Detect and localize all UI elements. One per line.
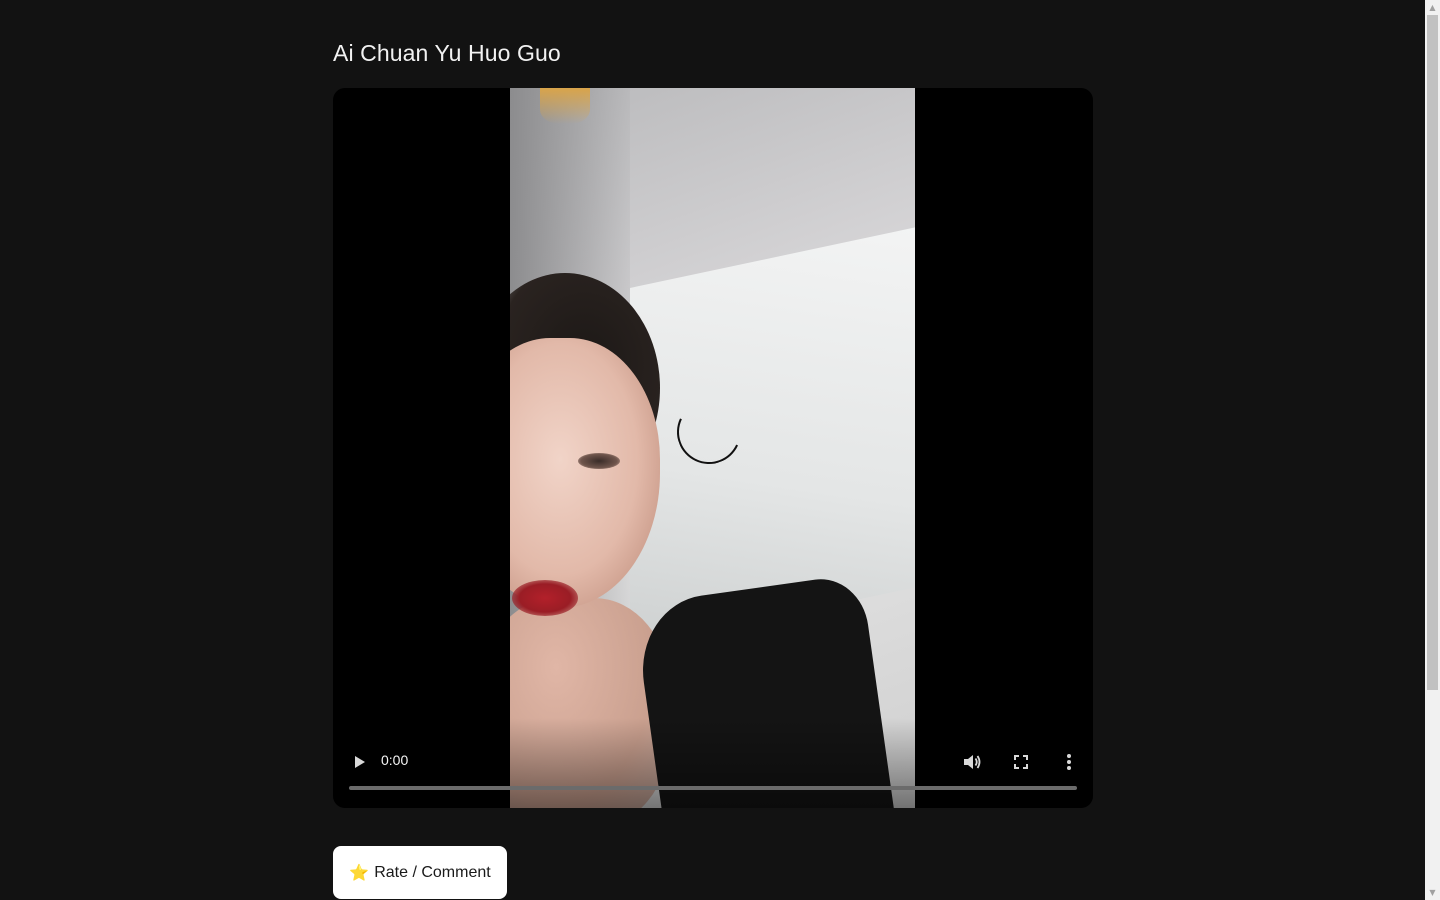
rate-comment-label: Rate / Comment (374, 863, 491, 881)
star-icon: ⭐ (349, 863, 370, 882)
current-time: 0:00 (381, 752, 409, 768)
play-icon[interactable] (347, 750, 371, 774)
page-title: Ai Chuan Yu Huo Guo (333, 40, 561, 66)
video-controls: 0:00 (333, 728, 1093, 808)
more-vert-icon[interactable] (1057, 750, 1081, 774)
volume-icon[interactable] (960, 750, 984, 774)
scroll-down-arrow-icon[interactable]: ▼ (1425, 885, 1440, 900)
scrollbar-thumb[interactable] (1427, 15, 1438, 690)
rate-comment-button[interactable]: ⭐ Rate / Comment (333, 846, 507, 899)
fullscreen-icon[interactable] (1009, 750, 1033, 774)
video-player[interactable]: 0:00 (333, 88, 1093, 808)
page-scrollbar[interactable]: ▲ ▼ (1425, 0, 1440, 900)
video-progress-bar[interactable] (349, 786, 1077, 790)
page: Ai Chuan Yu Huo Guo 0:00 ⭐ Rate / Commen… (0, 0, 1440, 900)
scroll-up-arrow-icon[interactable]: ▲ (1425, 0, 1440, 15)
